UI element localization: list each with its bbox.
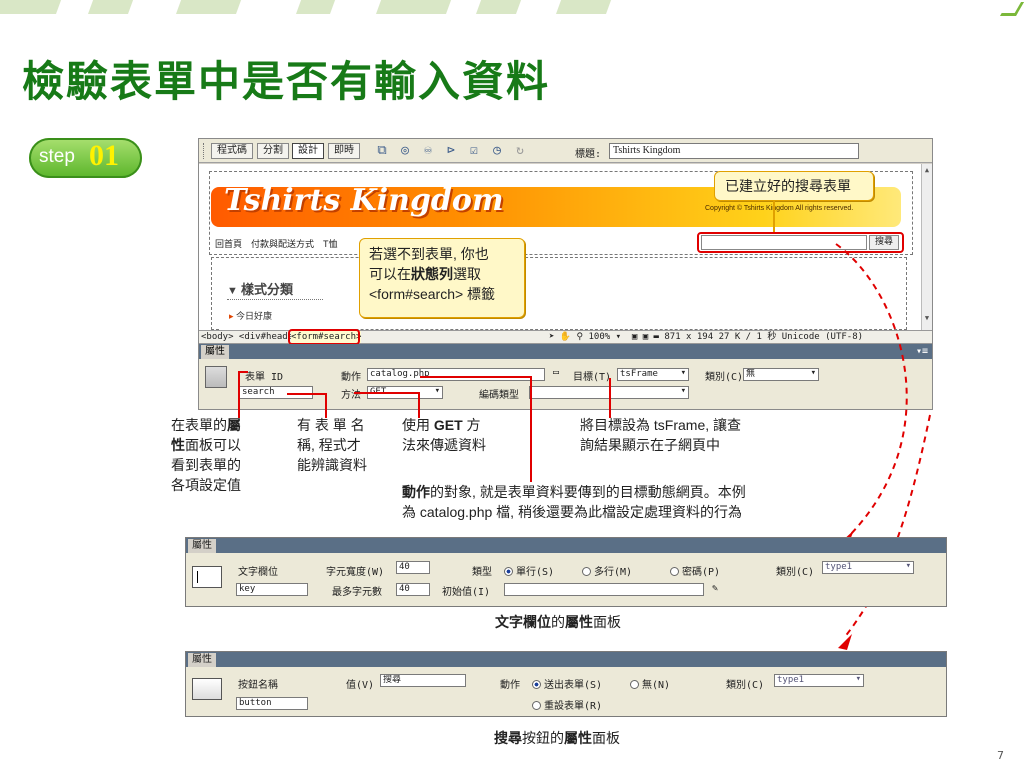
slide-title: 檢驗表單中是否有輸入資料 <box>22 57 551 106</box>
initial-value-label: 初始值(I) <box>442 587 491 598</box>
sidebar-item[interactable]: ▸ 今日好康 <box>229 309 272 322</box>
note-action: 動作的對象, 就是表單資料要傳到的目標動態網頁。本例 為 catalog.php… <box>402 484 746 520</box>
split-view-button[interactable]: 分割 <box>257 143 289 159</box>
class-select[interactable]: type1 <box>774 674 864 687</box>
callout-search-form: 已建立好的搜尋表單 <box>714 171 874 201</box>
browser-check-icon[interactable]: ◷ <box>489 143 505 159</box>
code-view-button[interactable]: 程式碼 <box>211 143 253 159</box>
arrow-icon: ▸ <box>229 311 234 321</box>
note-form-name: 有 表 單 名 稱, 程式才 能辨識資料 <box>297 417 367 473</box>
note-target-frame: 將目標設為 tsFrame, 讓查 詢結果顯示在子網頁中 <box>580 417 742 453</box>
class-label: 類別(C) <box>776 567 815 578</box>
properties-tab[interactable]: 屬性 <box>188 653 216 667</box>
class-label: 類別(C) <box>726 680 765 691</box>
callout-tail <box>773 200 775 232</box>
site-nav: 回首頁 付款與配送方式 T恤 <box>215 239 338 249</box>
char-width-label: 字元寬度(W) <box>326 567 385 578</box>
type-label: 類型 <box>472 567 492 578</box>
button-value-label: 值(V) <box>346 680 375 691</box>
tshirt-icon: ▼ <box>227 285 241 297</box>
properties-tab[interactable]: 屬性 <box>188 539 216 553</box>
button-name-label: 按鈕名稱 <box>238 680 278 691</box>
pointer-line-name-h <box>287 393 327 395</box>
pointer-line-action <box>530 376 532 482</box>
toolbar-grip <box>203 143 206 159</box>
top-decoration <box>0 0 1024 18</box>
step-badge: step 01 <box>29 138 142 178</box>
action-input[interactable]: catalog.php <box>367 368 545 381</box>
site-copyright: Copyright © Tshirts Kingdom All rights r… <box>705 205 854 212</box>
text-field-icon <box>192 566 222 588</box>
max-chars-input[interactable]: 40 <box>396 583 430 596</box>
button-icon <box>192 678 222 700</box>
properties-tab[interactable]: 屬性 <box>201 345 229 359</box>
enctype-label: 編碼類型 <box>479 390 519 401</box>
pointer-line-target <box>609 378 611 418</box>
debug-icon[interactable]: ♾ <box>420 143 436 159</box>
pointer-line-panel <box>238 371 240 418</box>
text-panel-caption: 文字欄位的屬性面板 <box>495 614 621 630</box>
button-value-input[interactable]: 搜尋 <box>380 674 466 687</box>
initial-value-input[interactable] <box>504 583 704 596</box>
text-field-label: 文字欄位 <box>238 567 278 578</box>
page-title-input[interactable]: Tshirts Kingdom <box>609 143 859 159</box>
form-id-label: 表單 ID <box>245 372 284 383</box>
text-field-properties-panel: 屬性 文字欄位 key 字元寬度(W) 40 最多字元數 40 類型 單行(S)… <box>185 537 947 607</box>
zoom-level[interactable]: 100% <box>589 332 611 342</box>
browse-folder-icon[interactable]: ▭ <box>553 367 559 378</box>
sidebar-divider <box>227 299 323 300</box>
site-brand: Tshirts Kingdom <box>224 183 504 218</box>
note-get-method: 使用 GET 方 法來傳遞資料 <box>402 417 486 453</box>
arrowhead-button-panel <box>838 634 852 650</box>
arrow-to-text-panel <box>835 243 908 536</box>
refresh-icon[interactable]: ↻ <box>512 143 528 159</box>
form-tag-highlight <box>288 329 360 345</box>
hand-tool-icon[interactable]: ✋ <box>560 332 571 342</box>
button-action-label: 動作 <box>500 680 520 691</box>
max-chars-label: 最多字元數 <box>332 587 382 598</box>
action-label: 動作 <box>341 372 361 383</box>
document-toolbar: 程式碼 分割 設計 即時 ⧉ ◎ ♾ ⊳ ☑ ◷ ↻ 標題: Tshirts K… <box>199 139 932 163</box>
char-width-input[interactable]: 40 <box>396 561 430 574</box>
class-select[interactable]: type1 <box>822 561 914 574</box>
class-label: 類別(C) <box>705 372 744 383</box>
note-properties-panel: 在表單的屬 性面板可以 看到表單的 各項設定值 <box>171 417 241 493</box>
page-number: 7 <box>997 749 1004 762</box>
validate-icon[interactable]: ☑ <box>466 143 482 159</box>
step-number: 01 <box>89 139 119 172</box>
select-tool-icon[interactable]: ➤ <box>549 332 554 342</box>
pointer-line-panel-h <box>238 371 248 373</box>
text-field-name-input[interactable]: key <box>236 583 308 596</box>
file-management-icon[interactable]: ⧉ <box>374 143 390 159</box>
pointer-line-method-h <box>354 392 419 394</box>
button-properties-panel: 屬性 按鈕名稱 button 值(V) 搜尋 動作 送出表單(S) 無(N) 重… <box>185 651 947 717</box>
button-panel-caption: 搜尋按鈕的屬性面板 <box>494 730 620 746</box>
action-none-radio[interactable]: 無(N) <box>630 676 670 691</box>
visual-aids-icon[interactable]: ⊳ <box>443 143 459 159</box>
target-label: 目標(T) <box>573 372 612 383</box>
step-word: step <box>39 146 75 167</box>
preview-icon[interactable]: ◎ <box>397 143 413 159</box>
type-single-radio[interactable]: 單行(S) <box>504 563 554 578</box>
sidebar-title: ▼ 樣式分類 <box>227 282 293 297</box>
form-icon <box>205 366 227 388</box>
pointer-line-action-h <box>420 376 532 378</box>
type-multi-radio[interactable]: 多行(M) <box>582 563 632 578</box>
callout-statusbar-tip: 若選不到表單, 你也 可以在狀態列選取 <form#search> 標籤 <box>359 238 525 318</box>
live-view-button[interactable]: 即時 <box>328 143 360 159</box>
action-submit-radio[interactable]: 送出表單(S) <box>532 676 602 691</box>
type-password-radio[interactable]: 密碼(P) <box>670 563 720 578</box>
button-name-input[interactable]: button <box>236 697 308 710</box>
edit-icon[interactable]: ✎ <box>712 583 718 594</box>
action-reset-radio[interactable]: 重設表單(R) <box>532 697 602 712</box>
zoom-tool-icon[interactable]: ⚲ <box>576 332 583 342</box>
window-size[interactable]: 871 x 194 <box>664 332 713 342</box>
page-title-label: 標題: <box>575 149 602 160</box>
design-view-button[interactable]: 設計 <box>292 143 324 159</box>
target-select[interactable]: tsFrame <box>617 368 689 381</box>
